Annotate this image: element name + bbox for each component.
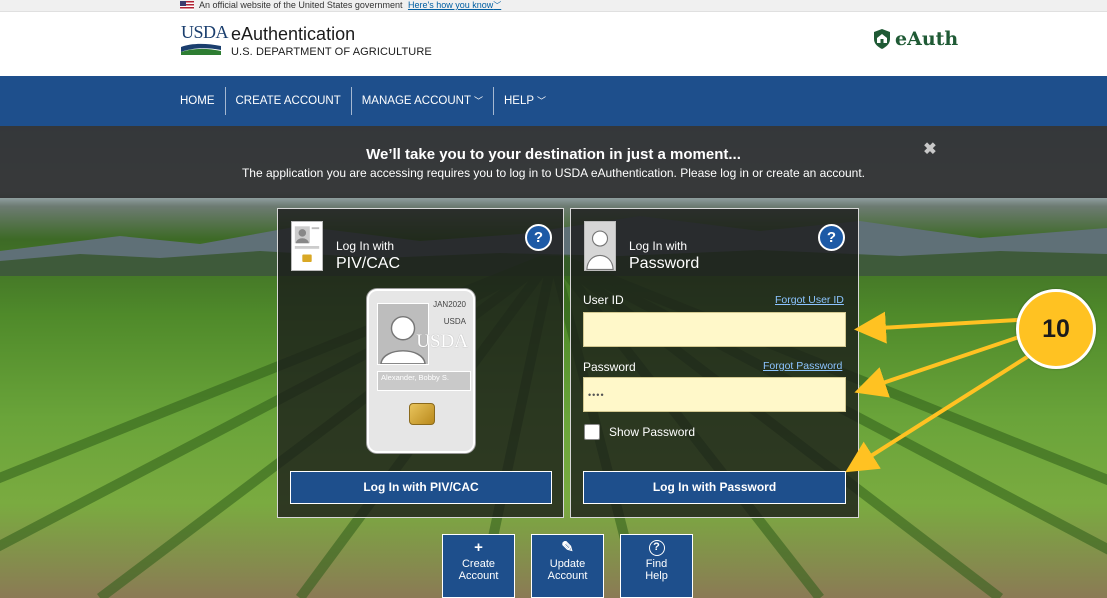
notice-title: We’ll take you to your destination in ju…: [366, 146, 741, 163]
usda-logo[interactable]: USDA: [181, 22, 229, 57]
password-input[interactable]: [583, 377, 846, 412]
eauth-logo-text: eAuth: [895, 28, 959, 50]
us-flag-icon: [180, 1, 194, 10]
card-date: JAN2020: [433, 300, 466, 309]
find-help-line2: Help: [645, 570, 668, 582]
piv-heading-line1: Log In with: [336, 239, 395, 253]
create-account-line2: Account: [458, 570, 499, 582]
login-piv-button[interactable]: Log In with PIV/CAC: [290, 471, 552, 504]
redirect-notice: We’ll take you to your destination in ju…: [0, 126, 1107, 198]
heres-how-you-know-link[interactable]: Here's how you know﹀: [408, 0, 501, 10]
password-label: Password: [583, 360, 636, 374]
find-help-button[interactable]: ? Find Help: [620, 534, 693, 598]
site-subtitle: U.S. DEPARTMENT OF AGRICULTURE: [231, 46, 432, 58]
close-icon[interactable]: ✖: [922, 142, 938, 158]
card-name: Alexander, Bobby S.: [377, 371, 471, 391]
piv-login-panel: Log In with PIV/CAC ? JAN2020 USDA USDA …: [277, 208, 564, 518]
card-chip-icon: [409, 403, 435, 425]
password-heading-line2: Password: [629, 255, 700, 272]
usda-wave-icon: [181, 43, 221, 55]
card-usda-logo: USDA: [416, 331, 468, 352]
forgot-user-id-link[interactable]: Forgot User ID: [775, 294, 844, 306]
site-title: eAuthentication: [231, 24, 356, 44]
create-account-button[interactable]: + Create Account: [442, 534, 515, 598]
chevron-down-icon: ﹀: [473, 96, 483, 106]
plus-icon: +: [474, 539, 483, 556]
show-password-checkbox[interactable]: [584, 424, 600, 440]
gov-banner-label: An official website of the United States…: [199, 0, 403, 10]
login-password-button[interactable]: Log In with Password: [583, 471, 846, 504]
piv-card-image: JAN2020 USDA USDA Alexander, Bobby S.: [367, 289, 475, 453]
chevron-down-icon: ﹀: [537, 96, 547, 106]
password-login-panel: Log In with Password ? User ID Forgot Us…: [570, 208, 859, 518]
gov-banner: An official website of the United States…: [0, 0, 1107, 12]
piv-help-button[interactable]: ?: [525, 224, 552, 251]
nav-item-help[interactable]: HELP ﹀: [493, 87, 556, 115]
pencil-icon: ✎: [561, 539, 574, 556]
update-account-line1: Update: [549, 558, 586, 570]
user-icon: [584, 221, 616, 271]
nav-item-create-account[interactable]: CREATE ACCOUNT: [224, 87, 351, 115]
nav-item-home[interactable]: HOME: [170, 87, 225, 115]
user-id-label: User ID: [583, 293, 624, 307]
password-help-button[interactable]: ?: [818, 224, 845, 251]
card-agency: USDA: [443, 317, 466, 326]
id-badge-icon: [291, 221, 323, 271]
update-account-button[interactable]: ✎ Update Account: [531, 534, 604, 598]
gov-banner-text: An official website of the United States…: [199, 0, 501, 11]
piv-heading-line2: PIV/CAC: [336, 255, 401, 272]
help-circle-icon: ?: [648, 540, 665, 556]
find-help-line1: Find: [645, 558, 668, 570]
update-account-line2: Account: [547, 570, 588, 582]
eauth-logo: eAuth: [872, 23, 958, 55]
annotation-callout: 10: [1016, 289, 1096, 369]
password-heading-line1: Log In with: [629, 239, 688, 253]
nav-item-manage-account[interactable]: MANAGE ACCOUNT ﹀: [350, 87, 493, 115]
main-nav: HOME CREATE ACCOUNT MANAGE ACCOUNT ﹀ HELP…: [0, 76, 1107, 126]
chevron-down-icon: ﹀: [493, 1, 502, 10]
forgot-password-link[interactable]: Forgot Password: [763, 360, 842, 372]
shield-icon: [874, 29, 890, 49]
notice-message: The application you are accessing requir…: [241, 166, 866, 180]
create-account-line1: Create: [461, 558, 496, 570]
usda-logo-text: USDA: [181, 22, 229, 42]
show-password-label: Show Password: [609, 425, 696, 439]
user-id-input[interactable]: [583, 312, 846, 347]
